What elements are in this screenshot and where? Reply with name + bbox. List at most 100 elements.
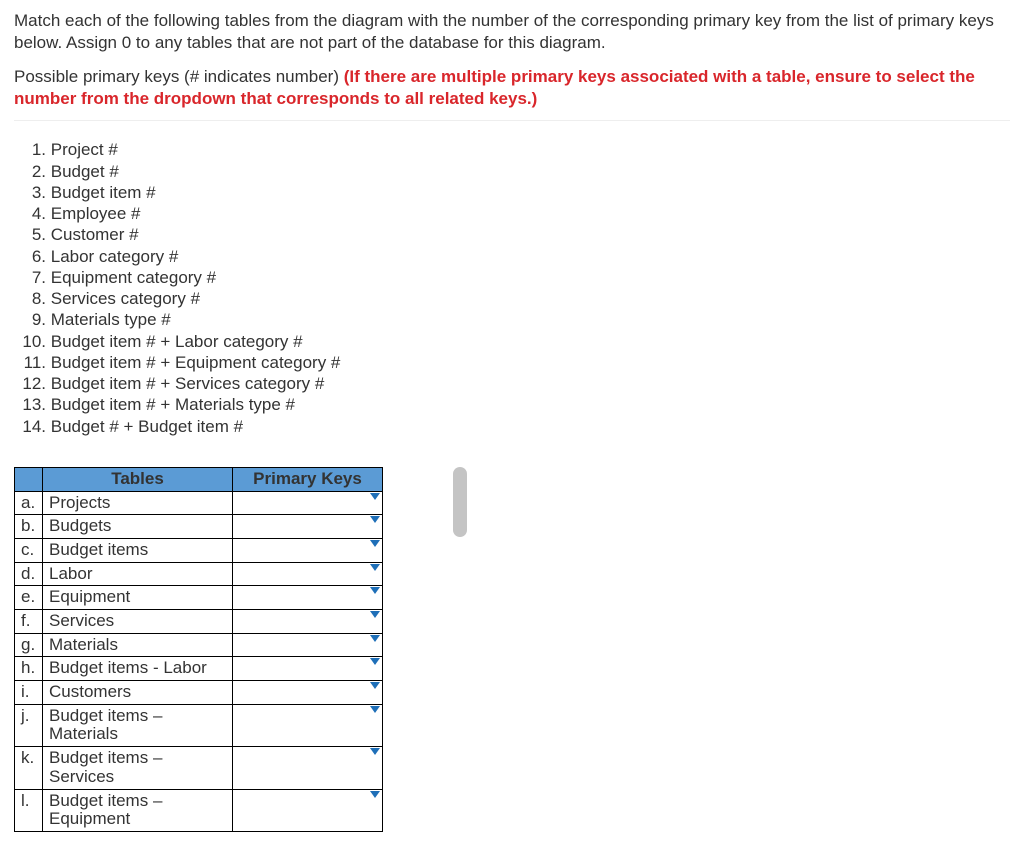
item-number: 12. xyxy=(22,373,46,394)
table-header-row: Tables Primary Keys xyxy=(15,467,383,491)
list-item: 14. Budget # + Budget item # xyxy=(22,416,1010,437)
dropdown-arrow-icon xyxy=(370,587,380,594)
row-name: Budget items – Services xyxy=(43,747,233,789)
page-root: Match each of the following tables from … xyxy=(0,0,1024,852)
list-item: 6. Labor category # xyxy=(22,246,1010,267)
table-row: g. Materials xyxy=(15,633,383,657)
table-row: a. Projects xyxy=(15,491,383,515)
item-text: Materials type # xyxy=(51,310,171,329)
list-item: 3. Budget item # xyxy=(22,182,1010,203)
table-row: i. Customers xyxy=(15,681,383,705)
item-number: 10. xyxy=(22,331,46,352)
primary-key-select[interactable] xyxy=(233,790,382,810)
item-text: Customer # xyxy=(51,225,139,244)
row-letter: g. xyxy=(15,633,43,657)
question-sub-instructions: Possible primary keys (# indicates numbe… xyxy=(14,66,1010,121)
item-number: 5. xyxy=(22,224,46,245)
primary-key-select[interactable] xyxy=(233,747,382,767)
list-item: 11. Budget item # + Equipment category # xyxy=(22,352,1010,373)
vertical-scrollbar[interactable] xyxy=(453,467,467,827)
row-letter: e. xyxy=(15,586,43,610)
table-row: k. Budget items – Services xyxy=(15,747,383,789)
item-text: Employee # xyxy=(51,204,141,223)
dropdown-arrow-icon xyxy=(370,706,380,713)
row-name: Budget items - Labor xyxy=(43,657,233,681)
row-letter: f. xyxy=(15,610,43,634)
list-item: 2. Budget # xyxy=(22,161,1010,182)
row-letter: j. xyxy=(15,704,43,746)
item-number: 8. xyxy=(22,288,46,309)
primary-key-select[interactable] xyxy=(233,586,382,606)
table-row: d. Labor xyxy=(15,562,383,586)
item-text: Budget # xyxy=(51,162,119,181)
header-corner xyxy=(15,467,43,491)
question-instructions: Match each of the following tables from … xyxy=(14,10,1010,54)
primary-key-select[interactable] xyxy=(233,563,382,583)
item-number: 14. xyxy=(22,416,46,437)
table-row: h. Budget items - Labor xyxy=(15,657,383,681)
list-item: 7. Equipment category # xyxy=(22,267,1010,288)
table-row: j. Budget items – Materials xyxy=(15,704,383,746)
sub-instructions-black: Possible primary keys (# indicates numbe… xyxy=(14,67,344,86)
row-name: Labor xyxy=(43,562,233,586)
list-item: 5. Customer # xyxy=(22,224,1010,245)
row-name: Projects xyxy=(43,491,233,515)
table-row: e. Equipment xyxy=(15,586,383,610)
row-letter: l. xyxy=(15,789,43,831)
primary-key-select[interactable] xyxy=(233,634,382,654)
row-letter: d. xyxy=(15,562,43,586)
primary-key-select[interactable] xyxy=(233,610,382,630)
item-number: 4. xyxy=(22,203,46,224)
list-item: 13. Budget item # + Materials type # xyxy=(22,394,1010,415)
dropdown-arrow-icon xyxy=(370,658,380,665)
matching-table: Tables Primary Keys a. Projects b. Budge… xyxy=(14,467,383,832)
row-name: Equipment xyxy=(43,586,233,610)
primary-key-select[interactable] xyxy=(233,492,382,512)
item-text: Budget item # + Labor category # xyxy=(51,332,303,351)
row-letter: h. xyxy=(15,657,43,681)
row-letter: c. xyxy=(15,538,43,562)
item-text: Equipment category # xyxy=(51,268,216,287)
item-number: 11. xyxy=(22,352,46,373)
item-number: 2. xyxy=(22,161,46,182)
row-name: Budget items xyxy=(43,538,233,562)
header-tables: Tables xyxy=(43,467,233,491)
primary-key-select[interactable] xyxy=(233,705,382,725)
item-number: 7. xyxy=(22,267,46,288)
dropdown-arrow-icon xyxy=(370,493,380,500)
primary-key-list: 1. Project # 2. Budget # 3. Budget item … xyxy=(22,139,1010,437)
item-text: Labor category # xyxy=(51,247,179,266)
list-item: 4. Employee # xyxy=(22,203,1010,224)
item-number: 1. xyxy=(22,139,46,160)
dropdown-arrow-icon xyxy=(370,682,380,689)
scrollbar-thumb[interactable] xyxy=(453,467,467,537)
table-row: c. Budget items xyxy=(15,538,383,562)
item-number: 3. xyxy=(22,182,46,203)
row-name: Materials xyxy=(43,633,233,657)
item-text: Budget item # + Services category # xyxy=(51,374,325,393)
list-item: 10. Budget item # + Labor category # xyxy=(22,331,1010,352)
item-text: Budget # + Budget item # xyxy=(51,417,243,436)
primary-key-select[interactable] xyxy=(233,515,382,535)
header-primary-keys: Primary Keys xyxy=(233,467,383,491)
item-text: Budget item # + Equipment category # xyxy=(51,353,341,372)
primary-key-select[interactable] xyxy=(233,657,382,677)
table-row: f. Services xyxy=(15,610,383,634)
item-text: Budget item # xyxy=(51,183,156,202)
list-item: 8. Services category # xyxy=(22,288,1010,309)
table-row: b. Budgets xyxy=(15,515,383,539)
item-number: 13. xyxy=(22,394,46,415)
row-letter: a. xyxy=(15,491,43,515)
primary-key-select[interactable] xyxy=(233,539,382,559)
bottom-area: Tables Primary Keys a. Projects b. Budge… xyxy=(14,467,1010,832)
dropdown-arrow-icon xyxy=(370,611,380,618)
list-item: 12. Budget item # + Services category # xyxy=(22,373,1010,394)
primary-key-select[interactable] xyxy=(233,681,382,701)
row-letter: k. xyxy=(15,747,43,789)
dropdown-arrow-icon xyxy=(370,516,380,523)
table-row: l. Budget items – Equipment xyxy=(15,789,383,831)
row-name: Budget items – Materials xyxy=(43,704,233,746)
list-item: 1. Project # xyxy=(22,139,1010,160)
dropdown-arrow-icon xyxy=(370,791,380,798)
row-letter: i. xyxy=(15,681,43,705)
